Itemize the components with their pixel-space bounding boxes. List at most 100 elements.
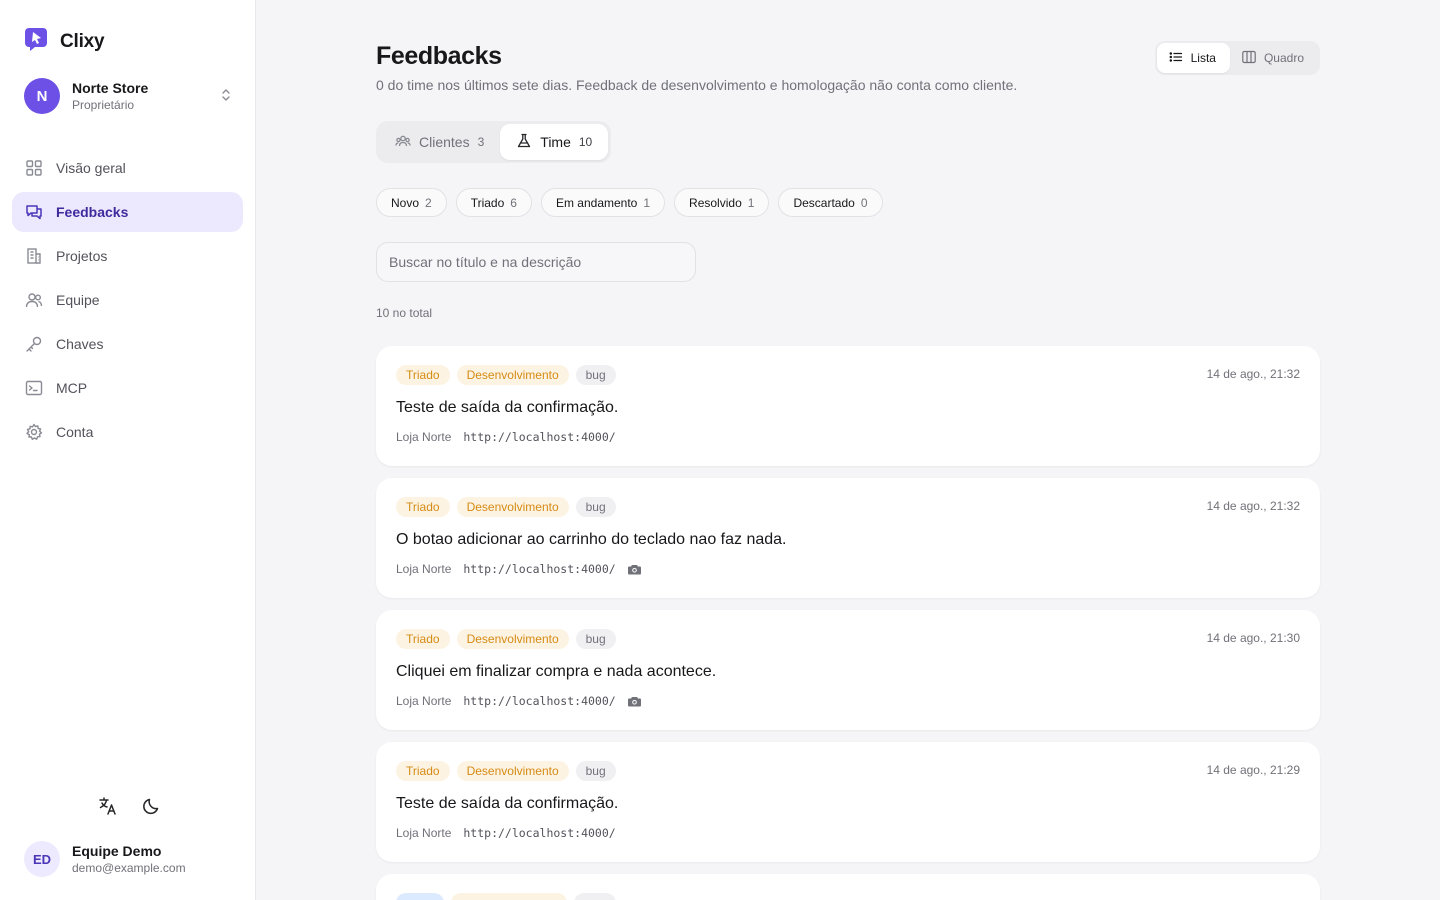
feedback-url: http://localhost:4000/ bbox=[463, 430, 616, 444]
environment-badge: Desenvolvimento bbox=[456, 497, 569, 517]
view-list-label: Lista bbox=[1190, 51, 1216, 65]
feedback-card[interactable]: Triado Desenvolvimento bug 14 de ago., 2… bbox=[376, 742, 1320, 862]
tab-count: 10 bbox=[578, 135, 593, 149]
sidebar-item-label: Equipe bbox=[56, 292, 100, 308]
feedback-project: Loja Norte bbox=[396, 694, 452, 708]
feedback-card[interactable] bbox=[376, 874, 1320, 900]
feedback-date: 14 de ago., 21:32 bbox=[1206, 499, 1300, 513]
filter-em-andamento[interactable]: Em andamento 1 bbox=[540, 188, 666, 217]
sidebar-item-label: Conta bbox=[56, 424, 94, 440]
key-icon bbox=[24, 334, 44, 354]
user-menu[interactable]: ED Equipe Demo demo@example.com bbox=[24, 841, 186, 877]
filter-label: Triado bbox=[470, 195, 505, 210]
status-filters: Novo 2 Triado 6 Em andamento 1 Resolvido… bbox=[376, 188, 883, 217]
tab-time[interactable]: Time 10 bbox=[500, 124, 609, 160]
org-role: Proprietário bbox=[72, 98, 135, 112]
user-email: demo@example.com bbox=[72, 861, 186, 875]
flask-icon bbox=[516, 133, 532, 152]
sidebar-item-projetos[interactable]: Projetos bbox=[12, 236, 243, 276]
feedback-card[interactable]: Triado Desenvolvimento bug 14 de ago., 2… bbox=[376, 610, 1320, 730]
sidebar-item-label: Projetos bbox=[56, 248, 108, 264]
sidebar-item-chaves[interactable]: Chaves bbox=[12, 324, 243, 364]
page-subtitle: 0 do time nos últimos sete dias. Feedbac… bbox=[376, 77, 1018, 93]
filter-label: Resolvido bbox=[689, 195, 742, 210]
chat-icon bbox=[24, 202, 44, 222]
feedback-title: O botao adicionar ao carrinho do teclado… bbox=[396, 531, 787, 548]
brand[interactable]: Clixy bbox=[24, 26, 105, 57]
feedback-date: 14 de ago., 21:32 bbox=[1206, 367, 1300, 381]
filter-triado[interactable]: Triado 6 bbox=[455, 188, 532, 217]
camera-icon bbox=[628, 694, 642, 708]
filter-count: 6 bbox=[510, 195, 517, 210]
sidebar-item-equipe[interactable]: Equipe bbox=[12, 280, 243, 320]
brand-name: Clixy bbox=[60, 30, 105, 52]
feedback-project: Loja Norte bbox=[396, 826, 452, 840]
feedback-project: Loja Norte bbox=[396, 430, 452, 444]
status-badge: Triado bbox=[396, 761, 450, 781]
view-board-button[interactable]: Quadro bbox=[1230, 43, 1318, 73]
moon-icon[interactable] bbox=[140, 794, 164, 818]
page-title: Feedbacks bbox=[376, 42, 502, 70]
type-badge: bug bbox=[575, 497, 616, 517]
sidebar-item-label: Feedbacks bbox=[56, 204, 129, 220]
type-badge: bug bbox=[575, 629, 616, 649]
org-name: Norte Store bbox=[72, 80, 149, 96]
columns-icon bbox=[1242, 50, 1256, 67]
filter-resolvido[interactable]: Resolvido 1 bbox=[674, 188, 770, 217]
camera-icon bbox=[628, 562, 642, 576]
user-name: Equipe Demo bbox=[72, 843, 162, 859]
feedback-project: Loja Norte bbox=[396, 562, 452, 576]
environment-badge: Desenvolvimento bbox=[456, 365, 569, 385]
feedback-card[interactable]: Triado Desenvolvimento bug 14 de ago., 2… bbox=[376, 346, 1320, 466]
gear-icon bbox=[24, 422, 44, 442]
search-input[interactable] bbox=[376, 242, 696, 282]
terminal-icon bbox=[24, 378, 44, 398]
sidebar-item-label: MCP bbox=[56, 380, 88, 396]
avatar: ED bbox=[24, 841, 60, 877]
filter-count: 0 bbox=[860, 195, 868, 210]
tab-label: Clientes bbox=[419, 134, 470, 150]
sidebar-item-label: Chaves bbox=[56, 336, 104, 352]
filter-count: 1 bbox=[643, 195, 651, 210]
sidebar-item-mcp[interactable]: MCP bbox=[12, 368, 243, 408]
environment-badge: Desenvolvimento bbox=[456, 761, 569, 781]
sidebar-item-visao-geral[interactable]: Visão geral bbox=[12, 148, 243, 188]
sidebar: Clixy N Norte Store Proprietário Visão g… bbox=[0, 0, 256, 900]
audience-tabs: Clientes 3 Time 10 bbox=[376, 121, 612, 163]
environment-badge bbox=[451, 893, 567, 900]
filter-descartado[interactable]: Descartado 0 bbox=[778, 188, 883, 217]
feedback-url: http://localhost:4000/ bbox=[463, 826, 616, 840]
filter-label: Descartado bbox=[793, 195, 855, 210]
users-icon bbox=[395, 133, 411, 152]
total-count: 10 no total bbox=[376, 306, 433, 320]
filter-label: Em andamento bbox=[555, 195, 638, 210]
main-content: Feedbacks 0 do time nos últimos sete dia… bbox=[376, 0, 1320, 900]
status-badge: Triado bbox=[396, 497, 450, 517]
view-list-button[interactable]: Lista bbox=[1156, 43, 1230, 73]
status-badge: Triado bbox=[396, 629, 450, 649]
sidebar-item-label: Visão geral bbox=[56, 160, 126, 176]
sidebar-item-feedbacks[interactable]: Feedbacks bbox=[12, 192, 243, 232]
type-badge: bug bbox=[575, 761, 616, 781]
view-board-label: Quadro bbox=[1263, 51, 1304, 65]
feedback-title: Cliquei em finalizar compra e nada acont… bbox=[396, 663, 717, 680]
type-badge bbox=[574, 893, 616, 900]
translate-icon[interactable] bbox=[96, 794, 120, 818]
filter-label: Novo bbox=[391, 195, 420, 210]
clixy-logo-icon bbox=[24, 26, 50, 57]
org-avatar: N bbox=[24, 78, 60, 114]
filter-novo[interactable]: Novo 2 bbox=[376, 188, 447, 217]
org-switcher[interactable]: N Norte Store Proprietário bbox=[24, 77, 234, 115]
users-icon bbox=[24, 290, 44, 310]
tab-clientes[interactable]: Clientes 3 bbox=[379, 124, 500, 160]
view-toggle: Lista Quadro bbox=[1154, 41, 1320, 75]
feedback-title: Teste de saída da confirmação. bbox=[396, 399, 619, 416]
utility-bar bbox=[96, 794, 164, 818]
feedback-url: http://localhost:4000/ bbox=[463, 562, 616, 576]
sidebar-item-conta[interactable]: Conta bbox=[12, 412, 243, 452]
status-badge bbox=[396, 893, 444, 900]
environment-badge: Desenvolvimento bbox=[456, 629, 569, 649]
feedback-card[interactable]: Triado Desenvolvimento bug 14 de ago., 2… bbox=[376, 478, 1320, 598]
feedback-title: Teste de saída da confirmação. bbox=[396, 795, 619, 812]
list-icon bbox=[1169, 50, 1183, 67]
